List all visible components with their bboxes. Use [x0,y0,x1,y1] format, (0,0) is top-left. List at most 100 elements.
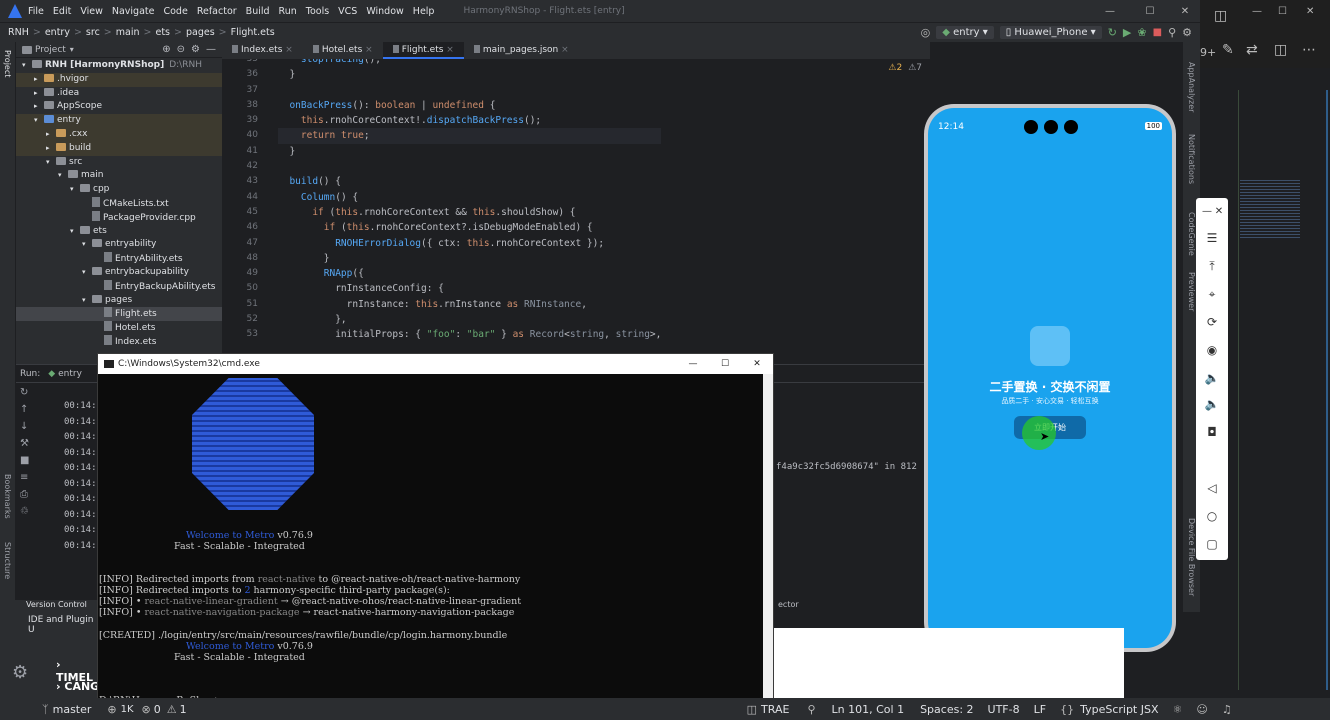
menu-item-tools[interactable]: Tools [306,6,329,17]
menu-item-file[interactable]: File [28,6,44,17]
language-mode[interactable]: TypeScript JSX [1080,703,1158,716]
notifications-tool-button[interactable]: Notifications [1187,134,1196,184]
compare-icon[interactable]: ⇄ [1246,42,1258,58]
chevron-icon[interactable]: ▾ [22,59,32,73]
project-tree-item[interactable]: ▾ cpp [16,183,222,197]
run-config-tab[interactable]: ◆ entry [48,369,82,379]
down-icon[interactable]: ↓ [20,421,36,438]
sync-count[interactable]: 1K [121,704,134,715]
project-tree-item[interactable]: PackageProvider.cpp [16,210,222,225]
window-minimize-icon[interactable]: — [1252,6,1262,17]
code-editor[interactable]: 35 36 37 38 39 40 41 42 43 44 45 46 47 48 49 50 51 52 53 s… [222,59,930,364]
more-icon[interactable]: ⋯ [1302,42,1316,58]
project-tree-item[interactable]: ▾ RNH [HarmonyRNShop] D:\RNH [16,59,222,73]
indent-setting[interactable]: Spaces: 2 [920,703,973,716]
crop-icon[interactable]: ⌖ [1204,286,1220,302]
up-icon[interactable]: ↑ [20,404,36,421]
gear-icon[interactable]: ⚙ [12,662,28,683]
minimize-button[interactable]: — [1090,6,1130,17]
volume-up-icon[interactable]: 🔈 [1204,370,1220,386]
refresh-icon[interactable]: ↻ [1108,26,1117,39]
project-tree-item[interactable]: EntryBackupAbility.ets [16,279,222,294]
editor-tab[interactable]: Index.ets × [222,42,303,59]
chevron-icon[interactable]: ▾ [46,156,56,170]
run-icon[interactable]: ▶ [1123,26,1131,39]
chevron-down-icon[interactable]: ▾ [70,45,74,54]
project-tree-item[interactable]: ▾ entry [16,114,222,128]
menu-item-vcs[interactable]: VCS [338,6,357,17]
trash-icon[interactable]: ♲ [20,506,36,523]
chevron-icon[interactable]: ▸ [34,100,44,114]
breadcrumb-item[interactable]: main [116,27,140,38]
menu-item-navigate[interactable]: Navigate [112,6,155,17]
soft-wrap-icon[interactable]: ≡ [20,472,36,489]
breadcrumb-item[interactable]: RNH [8,27,29,38]
phone-screen[interactable]: 12:14 100 二手置换 · 交换不闲置 品质二手 · 安心交易 · 轻松互… [928,108,1172,648]
menu-item-edit[interactable]: Edit [53,6,71,17]
structure-tool-button[interactable]: Structure [3,542,12,579]
previewer-tool-button[interactable]: Previewer [1187,272,1196,311]
codegenie-tool-button[interactable]: CodeGenie [1187,212,1196,256]
window-restore-icon[interactable]: ☐ [1278,6,1287,17]
close-tab-icon[interactable]: × [558,45,569,55]
chevron-icon[interactable]: ▸ [46,128,56,142]
project-tree-item[interactable]: ▸ .hvigor [16,72,222,87]
project-tree-item[interactable]: ▾ entryability [16,238,222,252]
volume-down-icon[interactable]: 🔈 [1204,396,1220,412]
menu-item-code[interactable]: Code [163,6,187,17]
search-icon[interactable]: ⚲ [1168,26,1176,39]
chevron-icon[interactable]: ▾ [82,266,92,280]
breadcrumb-item[interactable]: entry [45,27,70,38]
project-tree-item[interactable]: ▾ src [16,156,222,170]
notifications-icon[interactable]: ♫ [1222,703,1232,716]
bookmarks-tool-button[interactable]: Bookmarks [3,474,12,519]
chevron-icon[interactable]: ▾ [70,225,80,239]
project-tree-item[interactable]: ▸ build [16,141,222,156]
feedback-icon[interactable]: ☺ [1196,703,1207,716]
project-tree-item[interactable]: ▾ entrybackupability [16,266,222,280]
menu-icon[interactable]: ☰ [1204,230,1220,246]
recents-icon[interactable]: ▢ [1204,536,1220,552]
menu-item-run[interactable]: Run [279,6,297,17]
chevron-icon[interactable]: ▸ [46,142,56,156]
project-tree-item[interactable]: EntryAbility.ets [16,252,222,266]
maximize-button[interactable]: ☐ [1130,6,1170,17]
editor-tab[interactable]: Flight.ets × [382,42,464,59]
cursor-position[interactable]: Ln 101, Col 1 [832,703,905,716]
erase-icon[interactable]: ◘ [1204,424,1220,440]
editor-tab[interactable]: Hotel.ets × [303,42,383,59]
branch-name[interactable]: master [53,703,92,716]
print-icon[interactable]: ⎙ [20,489,36,506]
zoom-icon[interactable]: ⚲ [807,703,815,716]
stop-icon[interactable]: ■ [20,455,36,472]
split-icon[interactable]: ◫ [1274,42,1287,58]
menu-item-build[interactable]: Build [246,6,270,17]
project-tree-item[interactable]: ▸ AppScope [16,100,222,114]
home-icon[interactable]: ○ [1204,508,1220,524]
ide-plugin-button[interactable]: IDE and Plugin U [28,615,100,635]
cmd-scrollbar[interactable] [763,374,773,708]
line-ending[interactable]: LF [1034,703,1046,716]
project-tree-item[interactable]: Flight.ets [16,307,222,322]
weak-warning-indicator[interactable]: ⚠7 [908,63,922,73]
project-tree-item[interactable]: CMakeLists.txt [16,196,222,211]
chevron-icon[interactable]: ▸ [34,73,44,87]
close-button[interactable]: ✕ [1170,6,1200,17]
chevron-icon[interactable]: ▾ [82,294,92,308]
appanalyzer-tool-button[interactable]: AppAnalyzer [1187,62,1196,112]
warning-count[interactable]: 1 [180,703,187,716]
collapse-icon[interactable]: ⊝ [177,44,185,55]
chevron-icon[interactable]: ▾ [34,114,44,128]
project-tree-item[interactable]: ▸ .idea [16,87,222,101]
breadcrumb-item[interactable]: Flight.ets [231,27,275,38]
change-section[interactable]: › CANG [56,680,99,693]
error-count[interactable]: 0 [154,703,161,716]
chevron-icon[interactable]: ▸ [34,87,44,101]
cmd-maximize-button[interactable]: ☐ [709,359,741,369]
project-header[interactable]: Project [35,45,66,55]
breadcrumb-item[interactable]: pages [186,27,215,38]
close-tab-icon[interactable]: × [362,45,373,55]
trae-label[interactable]: TRAE [761,703,789,716]
stop-icon[interactable]: ■ [1153,27,1162,38]
breadcrumb-item[interactable]: ets [155,27,170,38]
